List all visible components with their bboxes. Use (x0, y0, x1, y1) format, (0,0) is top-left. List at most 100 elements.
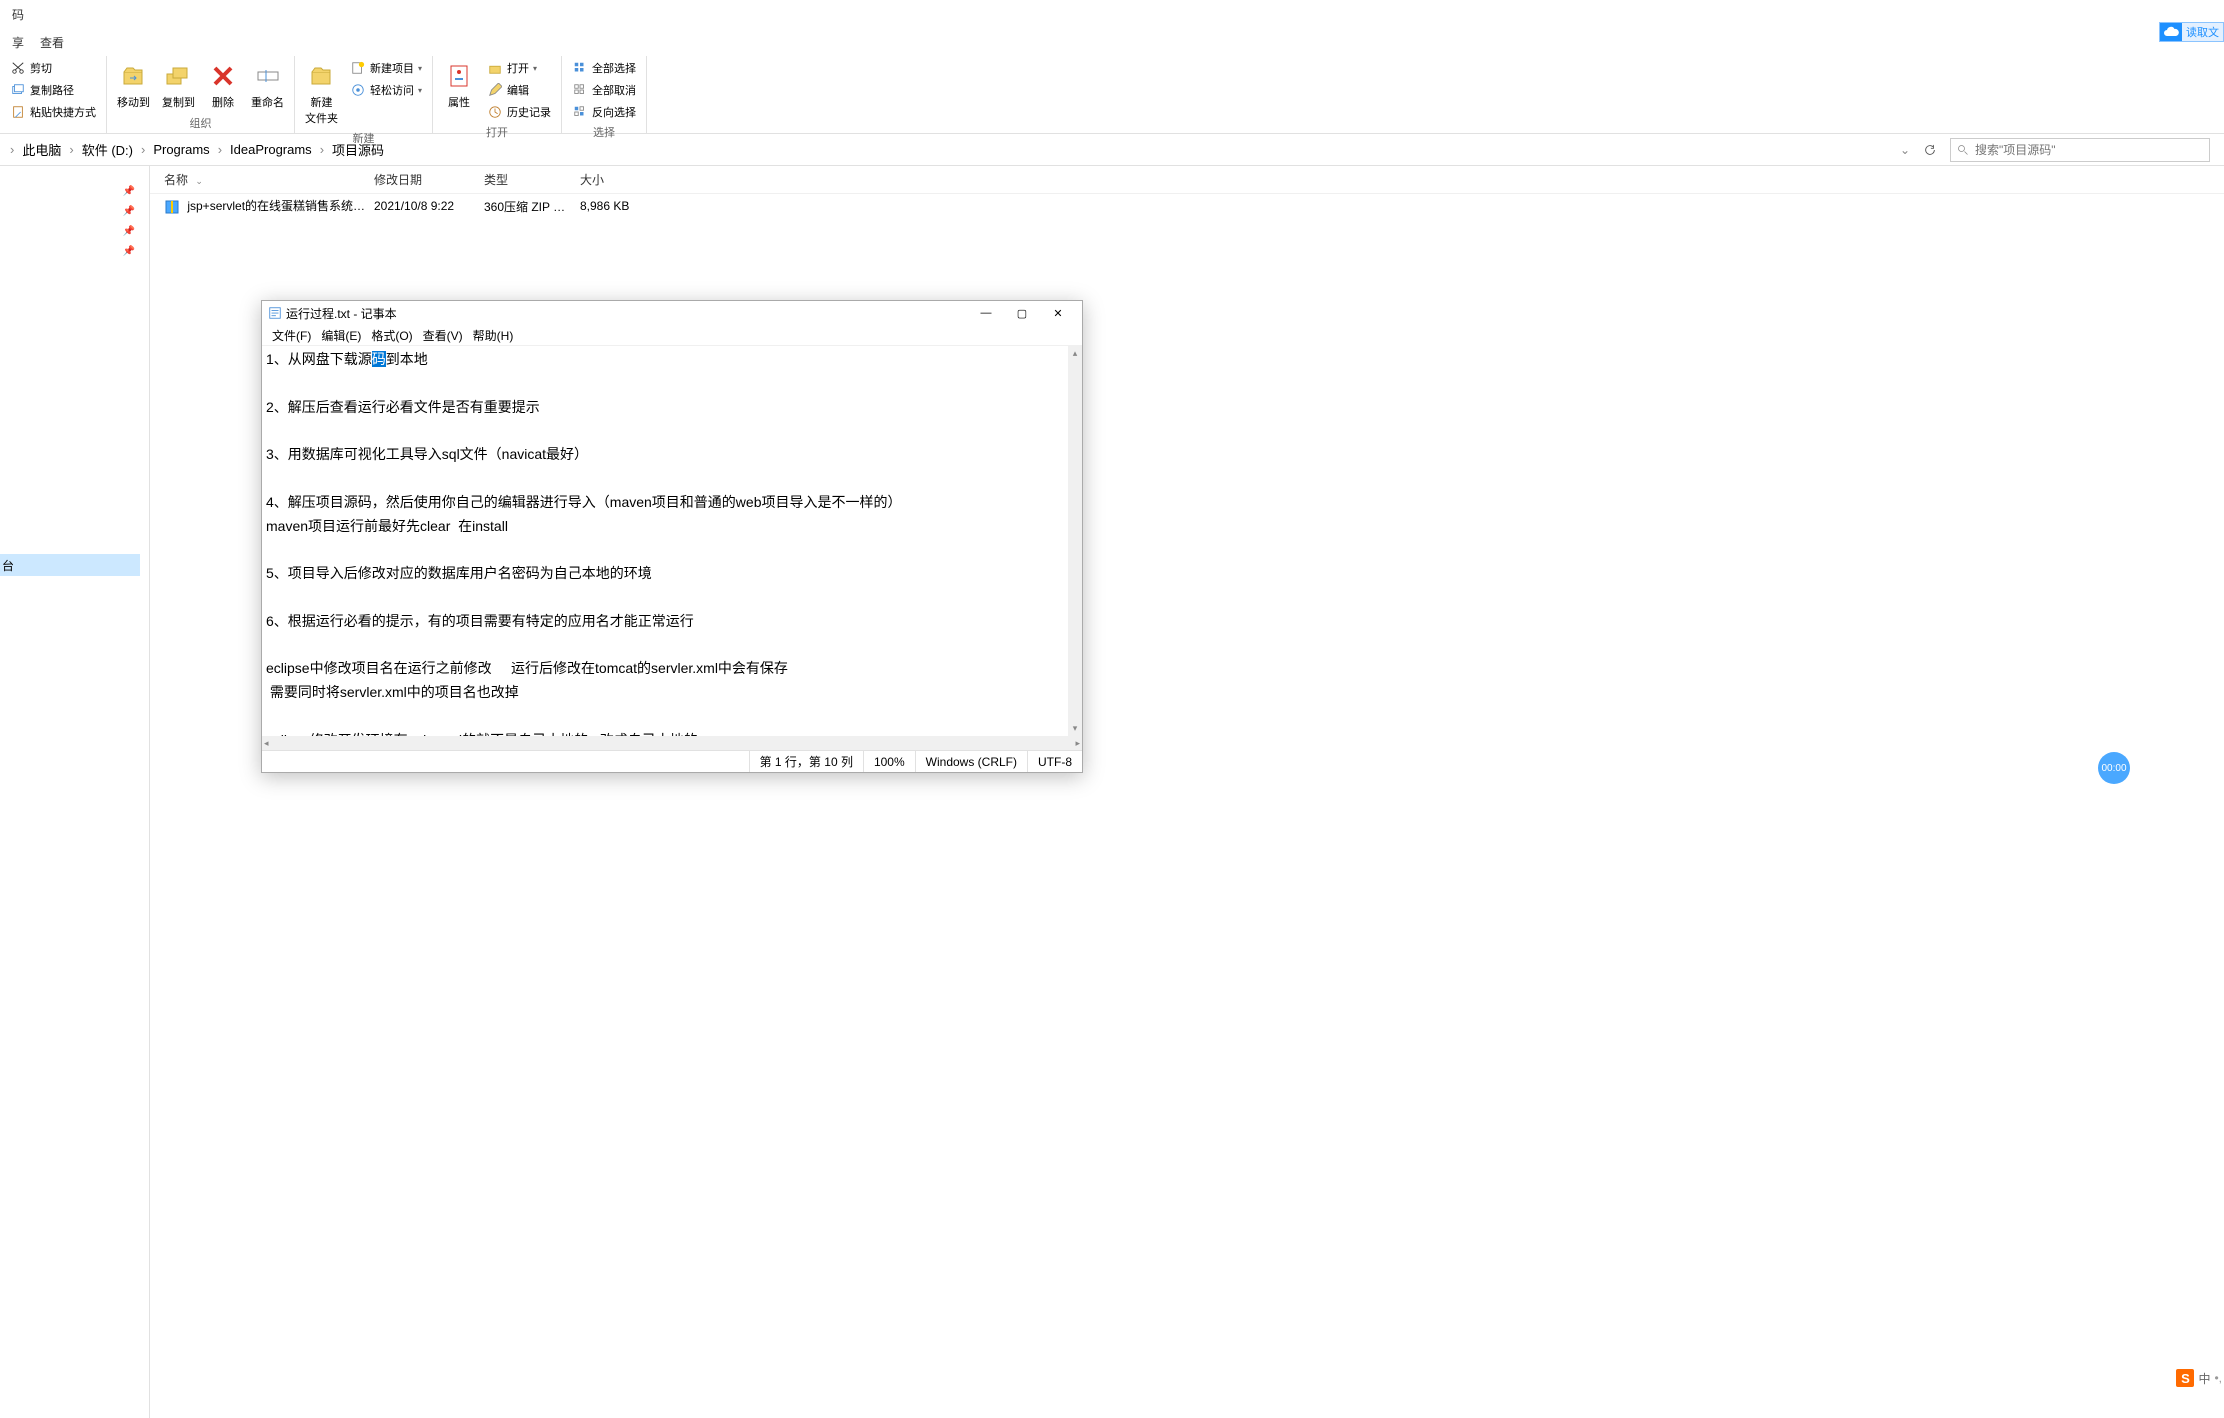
text-line: 5、项目导入后修改对应的数据库用户名密码为自己本地的环境 (266, 562, 1078, 586)
edit-label: 编辑 (507, 82, 529, 98)
recording-timer[interactable]: 00:00 (2098, 752, 2130, 784)
copy-path-button[interactable]: 复制路径 (6, 80, 100, 100)
move-to-button[interactable]: 移动到 (113, 58, 154, 112)
file-type: 360压缩 ZIP 文件 (480, 198, 576, 215)
text-line: eclipse中修改项目名在运行之前修改 运行后修改在tomcat的servle… (266, 657, 1078, 681)
paste-shortcut-button[interactable]: 粘贴快捷方式 (6, 102, 100, 122)
invert-selection-button[interactable]: 反向选择 (568, 102, 640, 122)
crumb-current[interactable]: 项目源码 (330, 140, 386, 159)
text-line (266, 538, 1078, 562)
rename-label: 重命名 (251, 94, 284, 110)
select-none-button[interactable]: 全部取消 (568, 80, 640, 100)
file-row[interactable]: jsp+servlet的在线蛋糕销售系统.zip 2021/10/8 9:22 … (150, 194, 2224, 218)
ribbon-group-select-label: 选择 (568, 122, 640, 142)
menu-file[interactable]: 文件(F) (268, 325, 315, 345)
search-input[interactable] (1975, 143, 2203, 157)
edit-button[interactable]: 编辑 (483, 80, 555, 100)
cut-button[interactable]: 剪切 (6, 58, 100, 78)
search-box[interactable] (1950, 138, 2210, 162)
ribbon-group-open: 属性 打开 ▾ 编辑 (433, 56, 562, 133)
notepad-icon (268, 306, 282, 320)
edit-icon (487, 82, 503, 98)
text-line (266, 586, 1078, 610)
menu-view[interactable]: 查看(V) (419, 325, 467, 345)
ime-indicator[interactable]: S 中 •, (2176, 1369, 2222, 1387)
new-folder-button[interactable]: 新建 文件夹 (301, 58, 342, 128)
tab-code[interactable]: 码 (4, 2, 32, 27)
horizontal-scrollbar[interactable]: ◂ ▸ (262, 736, 1082, 750)
sidebar-item-label[interactable]: 台 (2, 557, 14, 574)
select-none-label: 全部取消 (592, 82, 636, 98)
cloud-read-label: 读取文 (2182, 24, 2223, 40)
scissors-icon (10, 60, 26, 76)
invert-selection-label: 反向选择 (592, 104, 636, 120)
scroll-right-icon[interactable]: ▸ (1075, 738, 1080, 749)
breadcrumb[interactable]: › 此电脑 › 软件 (D:) › Programs › IdeaProgram… (4, 140, 1892, 159)
pin-icon: 📌 (0, 206, 149, 226)
delete-button[interactable]: 删除 (203, 58, 243, 112)
text-line: 6、根据运行必看的提示，有的项目需要有特定的应用名才能正常运行 (266, 610, 1078, 634)
history-button[interactable]: 历史记录 (483, 102, 555, 122)
ribbon-group-new: 新建 文件夹 新建项目 ▾ 轻松访问 ▾ 新建 (295, 56, 433, 133)
menu-edit[interactable]: 编辑(E) (317, 325, 365, 345)
minimize-button[interactable]: — (968, 301, 1004, 325)
ime-lang[interactable]: 中 (2198, 1370, 2210, 1387)
status-zoom: 100% (863, 751, 915, 772)
new-item-icon (350, 60, 366, 76)
maximize-button[interactable]: ▢ (1004, 301, 1040, 325)
address-dropdown[interactable]: ⌄ (1900, 143, 1910, 157)
column-size[interactable]: 大小 (576, 171, 656, 188)
file-name: jsp+servlet的在线蛋糕销售系统.zip (187, 199, 370, 213)
copy-to-button[interactable]: 复制到 (158, 58, 199, 112)
easy-access-button[interactable]: 轻松访问 ▾ (346, 80, 426, 100)
column-date[interactable]: 修改日期 (370, 171, 480, 188)
chevron-down-icon: ▾ (418, 86, 422, 95)
history-label: 历史记录 (507, 104, 551, 120)
tab-share[interactable]: 享 (4, 30, 32, 55)
chevron-down-icon: ▾ (418, 64, 422, 73)
text-line: 4、解压项目源码，然后使用你自己的编辑器进行导入（maven项目和普通的web项… (266, 491, 1078, 515)
close-button[interactable]: ✕ (1040, 301, 1076, 325)
delete-label: 删除 (212, 94, 234, 110)
vertical-scrollbar[interactable]: ▴ ▾ (1068, 346, 1082, 736)
ribbon-group-clipboard: 剪切 复制路径 粘贴快捷方式 (0, 56, 107, 133)
crumb-drive[interactable]: 软件 (D:) (80, 140, 135, 159)
select-all-icon (572, 60, 588, 76)
tab-view[interactable]: 查看 (32, 30, 72, 55)
scroll-down-icon[interactable]: ▾ (1073, 721, 1078, 736)
crumb-this-pc[interactable]: 此电脑 (20, 140, 63, 159)
chevron-right-icon: › (67, 142, 75, 157)
pin-icon: 📌 (0, 246, 149, 266)
menu-help[interactable]: 帮助(H) (469, 325, 518, 345)
ribbon-group-clipboard-label (6, 129, 100, 133)
crumb-programs[interactable]: Programs (151, 142, 211, 157)
properties-button[interactable]: 属性 (439, 58, 479, 112)
refresh-button[interactable] (1918, 138, 1942, 162)
copy-path-label: 复制路径 (30, 82, 74, 98)
open-button[interactable]: 打开 ▾ (483, 58, 555, 78)
ime-punct[interactable]: •, (2214, 1371, 2222, 1385)
select-all-button[interactable]: 全部选择 (568, 58, 640, 78)
text-line (266, 705, 1078, 729)
pin-icon: 📌 (0, 186, 149, 206)
cloud-read-button[interactable]: 读取文 (2159, 22, 2224, 42)
new-item-button[interactable]: 新建项目 ▾ (346, 58, 426, 78)
menu-format[interactable]: 格式(O) (367, 325, 416, 345)
sidebar-selected-item[interactable] (0, 554, 140, 576)
paste-shortcut-label: 粘贴快捷方式 (30, 104, 96, 120)
easy-access-icon (350, 82, 366, 98)
pin-icon: 📌 (0, 226, 149, 246)
column-type[interactable]: 类型 (480, 171, 576, 188)
rename-button[interactable]: 重命名 (247, 58, 288, 112)
scroll-left-icon[interactable]: ◂ (264, 738, 269, 749)
search-icon (1957, 144, 1969, 156)
open-icon (487, 60, 503, 76)
zip-file-icon (164, 199, 180, 215)
notepad-titlebar[interactable]: 运行过程.txt - 记事本 — ▢ ✕ (262, 301, 1082, 325)
notepad-text-area[interactable]: 1、从网盘下载源码到本地 2、解压后查看运行必看文件是否有重要提示 3、用数据库… (262, 345, 1082, 736)
history-icon (487, 104, 503, 120)
nav-sidebar: 📌 📌 📌 📌 台 (0, 166, 150, 1418)
scroll-up-icon[interactable]: ▴ (1073, 346, 1078, 361)
column-name[interactable]: 名称 ⌄ (160, 171, 370, 188)
crumb-ideaprograms[interactable]: IdeaPrograms (228, 142, 314, 157)
